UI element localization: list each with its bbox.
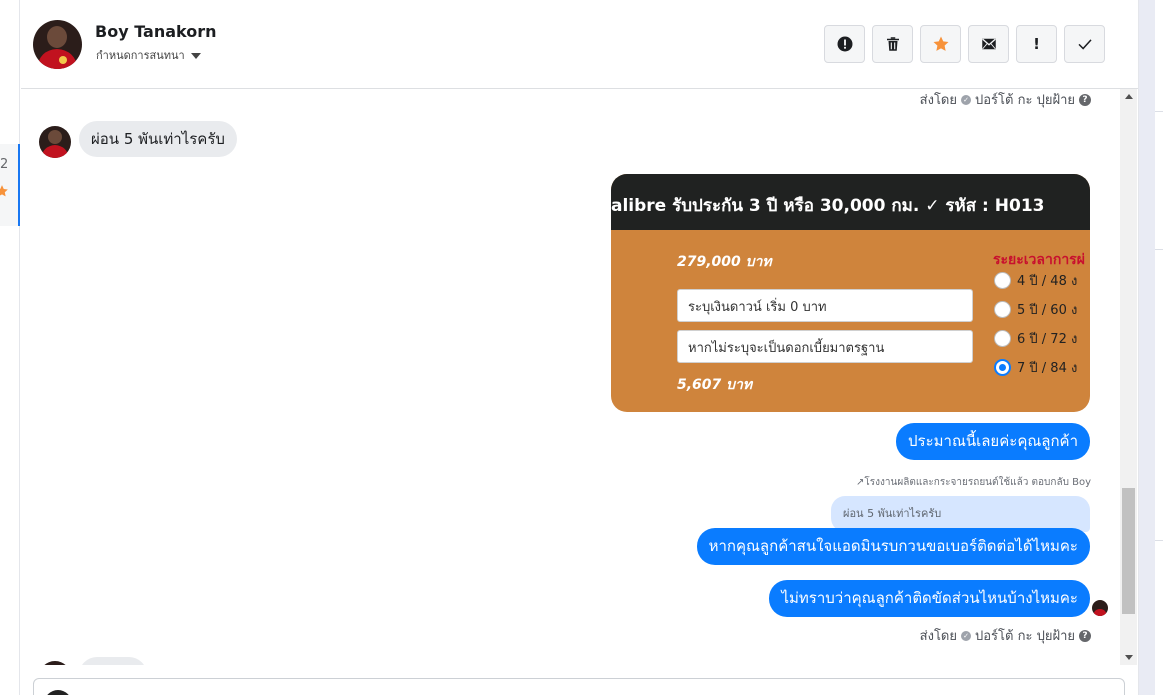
term-heading: ระยะเวลาการผ่ — [993, 252, 1085, 268]
panel-divider — [1155, 249, 1163, 250]
term-option: 7 ปี / 84 ง — [994, 357, 1077, 378]
scroll-up-arrow-icon[interactable] — [1125, 94, 1133, 99]
scroll-thumb[interactable] — [1122, 488, 1135, 614]
image-banner: alibre รับประกัน 3 ปี หรือ 30,000 กม. ✓ … — [611, 174, 1090, 230]
star-icon — [0, 185, 8, 197]
assign-label: กำหนดการสนทนา — [96, 49, 185, 62]
car-price: 279,000 บาท — [677, 254, 772, 270]
exclamation-icon: ! — [1033, 35, 1040, 53]
message-composer[interactable] — [33, 678, 1125, 695]
interest-field: หากไม่ระบุจะเป็นดอกเบี้ยมาตรฐาน — [677, 330, 973, 363]
panel-divider — [1155, 111, 1163, 112]
alert-circle-icon — [837, 36, 852, 52]
radio-selected-icon — [994, 359, 1011, 376]
check-icon — [1077, 39, 1092, 50]
incoming-message[interactable]: ผ่อน 5 พันเท่าไรครับ — [79, 121, 237, 157]
check-circle-icon: ✓ — [961, 630, 971, 641]
term-label: 5 ปี / 60 ง — [1017, 303, 1078, 318]
term-label: 6 ปี / 72 ง — [1017, 332, 1078, 347]
sent-by-label: ส่งโดย ✓ ปอร์โต้ กะ ปุยฝ้าย ? — [920, 625, 1091, 646]
sent-by-label: ส่งโดย ✓ ปอร์โต้ กะ ปุยฝ้าย ? — [920, 89, 1091, 110]
down-payment-field: ระบุเงินดาวน์ เริ่ม 0 บาท — [677, 289, 973, 322]
envelope-icon — [981, 38, 996, 50]
quoted-text: ผ่อน 5 พันเท่าไรครับ — [843, 507, 942, 520]
seen-avatar — [1092, 600, 1108, 616]
radio-icon — [994, 301, 1011, 318]
sent-by-agent: ปอร์โต้ กะ ปุยฝ้าย — [975, 93, 1075, 108]
sent-by-prefix: ส่งโดย — [919, 629, 957, 644]
star-button[interactable] — [920, 25, 961, 63]
radio-icon — [994, 330, 1011, 347]
reply-note: ↗โรงงานผลิตและกระจายรถยนต์ใช้แล้ว ตอบกลั… — [856, 475, 1091, 490]
term-option: 6 ปี / 72 ง — [994, 328, 1077, 349]
unread-count: 2 — [0, 157, 9, 172]
check-circle-icon: ✓ — [961, 94, 971, 105]
reply-note-text: โรงงานผลิตและกระจายรถยนต์ใช้แล้ว ตอบกลับ… — [864, 477, 1091, 488]
help-icon[interactable]: ? — [1079, 93, 1091, 106]
quoted-message[interactable]: ผ่อน 5 พันเท่าไรครับ — [831, 496, 1090, 532]
sent-by-agent: ปอร์โต้ กะ ปุยฝ้าย — [975, 629, 1075, 644]
outgoing-message[interactable]: ประมาณนี้เลยค่ะคุณลูกค้า — [896, 423, 1090, 460]
term-option: 4 ปี / 48 ง — [994, 270, 1077, 291]
mark-done-button[interactable] — [1064, 25, 1105, 63]
report-spam-button[interactable] — [824, 25, 865, 63]
conversation-list: 2 — [0, 0, 20, 695]
conversation-header: Boy Tanakorn กำหนดการสนทนา ! — [21, 0, 1138, 89]
contact-name[interactable]: Boy Tanakorn — [95, 22, 217, 41]
image-title: alibre รับประกัน 3 ปี หรือ 30,000 กม. ✓ … — [611, 196, 1045, 216]
follow-up-button[interactable]: ! — [1016, 25, 1057, 63]
radio-icon — [994, 272, 1011, 289]
term-label: 4 ปี / 48 ง — [1017, 274, 1078, 289]
panel-divider — [1155, 540, 1163, 541]
caret-down-icon — [190, 52, 201, 59]
delete-button[interactable] — [872, 25, 913, 63]
star-icon — [933, 36, 948, 51]
scroll-down-arrow-icon[interactable] — [1125, 655, 1133, 660]
help-icon[interactable]: ? — [1079, 629, 1091, 642]
monthly-payment: 5,607 บาท — [677, 377, 753, 393]
contact-avatar-small[interactable] — [39, 126, 71, 158]
incoming-message-partial[interactable] — [79, 657, 147, 665]
message-thread: ส่งโดย ✓ ปอร์โต้ กะ ปุยฝ้าย ? ผ่อน 5 พัน… — [21, 89, 1120, 665]
thread-scrollbar[interactable] — [1120, 89, 1137, 665]
contact-avatar[interactable] — [33, 20, 82, 69]
image-attachment[interactable]: alibre รับประกัน 3 ปี หรือ 30,000 กม. ✓ … — [611, 174, 1090, 412]
assign-conversation-dropdown[interactable]: กำหนดการสนทนา — [96, 46, 201, 64]
details-panel — [1138, 0, 1163, 695]
trash-icon — [886, 37, 899, 51]
term-label: 7 ปี / 84 ง — [1017, 361, 1078, 376]
contact-avatar-small[interactable] — [39, 661, 71, 665]
panel-divider — [1139, 0, 1155, 695]
sent-by-prefix: ส่งโดย — [919, 93, 957, 108]
term-option: 5 ปี / 60 ง — [994, 299, 1077, 320]
conversation-toolbar: ! — [824, 25, 1105, 63]
inbox-app: 2 Boy Tanakorn กำหนดการสนทนา ! ส่งโดย ✓ … — [0, 0, 1163, 695]
outgoing-message[interactable]: ไม่ทราบว่าคุณลูกค้าติดขัดส่วนไหนบ้างไหมค… — [769, 580, 1090, 617]
outgoing-message[interactable]: หากคุณลูกค้าสนใจแอดมินรบกวนขอเบอร์ติดต่อ… — [696, 528, 1090, 565]
mark-unread-button[interactable] — [968, 25, 1009, 63]
agent-avatar — [44, 690, 72, 695]
